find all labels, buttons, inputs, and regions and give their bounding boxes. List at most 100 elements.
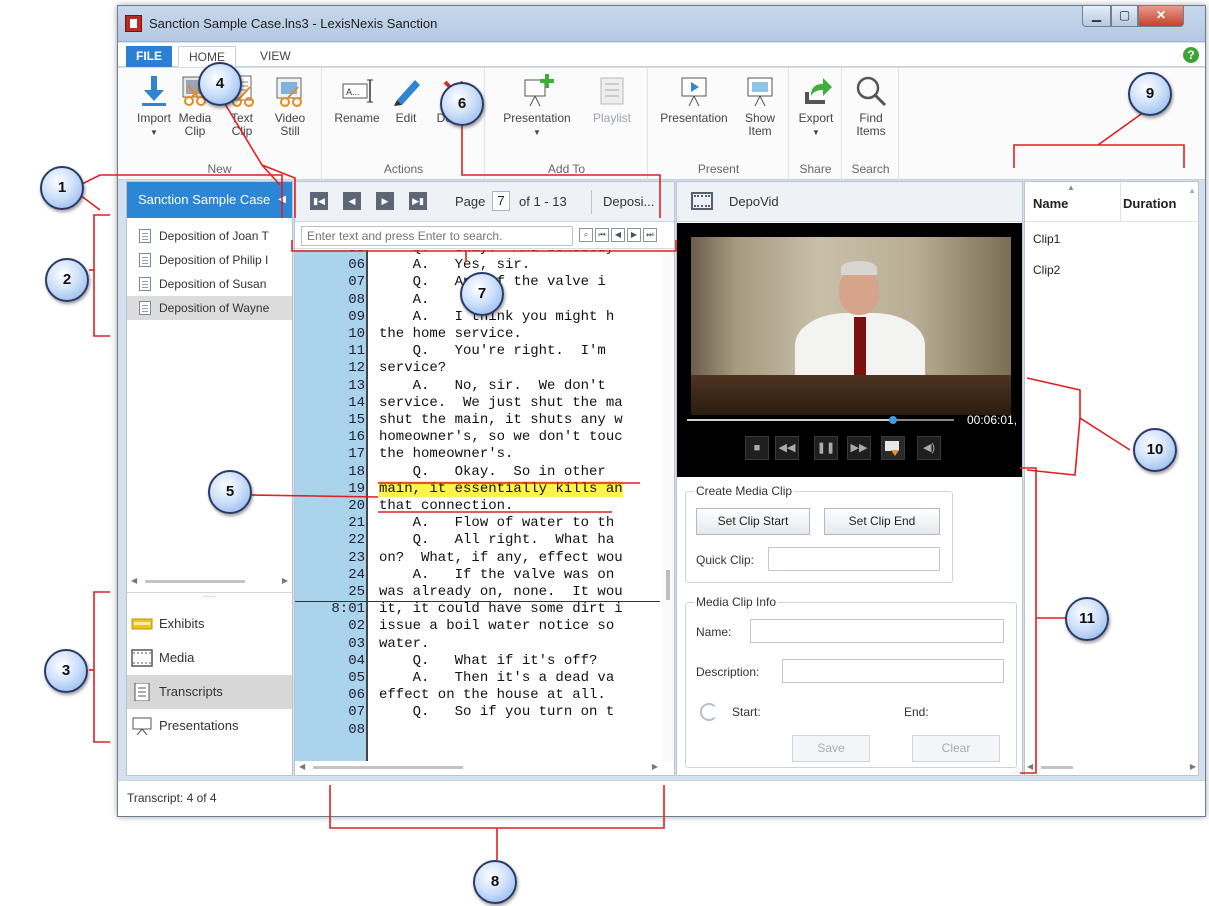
maximize-button[interactable]: ▢ [1111, 6, 1138, 27]
set-clip-start-button[interactable]: Set Clip Start [696, 508, 810, 535]
line-text: service? [379, 360, 447, 377]
transcript-line[interactable]: 21 A. Flow of water to th [295, 515, 660, 532]
help-icon[interactable]: ? [1183, 47, 1199, 63]
rewind-button[interactable]: ◀◀ [775, 436, 799, 460]
save-button[interactable]: Save [792, 735, 870, 762]
first-page-button[interactable]: ▮◀ [310, 192, 328, 210]
transcript-line[interactable]: 08 [295, 722, 660, 739]
last-page-button[interactable]: ▶▮ [409, 192, 427, 210]
nav-transcripts[interactable]: Transcripts [127, 675, 292, 709]
transcript-line[interactable]: 10 the home service. [295, 326, 660, 343]
scroll-left-icon[interactable]: ◀ [1027, 762, 1033, 771]
transcript-line[interactable]: 16 homeowner's, so we don't touc [295, 429, 660, 446]
scroll-up-icon[interactable]: ▲ [1188, 186, 1196, 195]
transcript-line[interactable]: 02 issue a boil water notice so [295, 618, 660, 635]
rename-button[interactable]: A... Rename [331, 74, 383, 125]
clip-description-input[interactable] [782, 659, 1004, 683]
show-item-button[interactable]: Show Item [737, 74, 783, 138]
document-item[interactable]: Deposition of Philip I [127, 248, 292, 272]
transcript-line[interactable]: 05 A. Then it's a dead va [295, 670, 660, 687]
fast-forward-button[interactable]: ▶▶ [847, 436, 871, 460]
next-hit-button[interactable]: ▶ [627, 228, 641, 242]
clear-button[interactable]: Clear [912, 735, 1000, 762]
transcript-line[interactable]: 05 Q. Okay. And somebody [295, 250, 660, 257]
first-hit-button[interactable]: ⏮ [595, 228, 609, 242]
transcript-vertical-scrollbar[interactable] [662, 250, 674, 761]
document-item-selected[interactable]: Deposition of Wayne [127, 296, 292, 320]
set-clip-end-button[interactable]: Set Clip End [824, 508, 940, 535]
transcript-line[interactable]: 12 service? [295, 360, 660, 377]
scroll-thumb[interactable] [666, 570, 670, 600]
document-item[interactable]: Deposition of Susan [127, 272, 292, 296]
transcript-line[interactable]: 03 water. [295, 636, 660, 653]
previous-page-button[interactable]: ◀ [343, 192, 361, 210]
transcript-line[interactable]: 11 Q. You're right. I'm [295, 343, 660, 360]
transcript-line[interactable]: 20 that connection. [295, 498, 660, 515]
transcript-line[interactable]: 18 Q. Okay. So in other [295, 464, 660, 481]
column-header-name[interactable]: Name [1033, 182, 1068, 222]
nav-media[interactable]: Media [127, 641, 292, 675]
tab-view[interactable]: VIEW [250, 46, 301, 67]
last-hit-button[interactable]: ⏭ [643, 228, 657, 242]
transcript-line[interactable]: 14 service. We just shut the ma [295, 395, 660, 412]
scroll-thumb[interactable] [145, 580, 245, 583]
transcript-line[interactable]: 8:01 it, it could have some dirt i [295, 601, 660, 618]
edit-button[interactable]: Edit [385, 74, 427, 125]
transcript-line[interactable]: 23 on? What, if any, effect wou [295, 550, 660, 567]
page-number-input[interactable]: 7 [492, 191, 510, 211]
clip-name-input[interactable] [750, 619, 1004, 643]
search-icon[interactable]: ⌕ [579, 228, 593, 242]
close-button[interactable]: ✕ [1138, 6, 1184, 27]
find-items-button[interactable]: Find Items [845, 74, 897, 138]
collapse-arrow-icon[interactable]: ◀ [278, 182, 286, 218]
clip-list-item[interactable]: Clip2 [1033, 263, 1060, 277]
case-panel-header[interactable]: Sanction Sample Case ◀ [127, 182, 292, 218]
scroll-right-icon[interactable]: ▶ [282, 576, 288, 585]
transcript-line[interactable]: 25 was already on, none. It wou [295, 584, 660, 601]
quick-clip-button[interactable] [881, 436, 905, 460]
add-to-presentation-button[interactable]: Presentation ▼ [494, 74, 580, 139]
video-player[interactable]: 00:06:01, ■ ◀◀ ❚❚ ▶▶ ◀) [677, 223, 1022, 477]
scroll-left-icon[interactable]: ◀ [131, 576, 137, 585]
transcript-line[interactable]: 06 effect on the house at all. [295, 687, 660, 704]
transcript-line[interactable]: 13 A. No, sir. We don't [295, 378, 660, 395]
present-presentation-button[interactable]: Presentation [653, 74, 735, 125]
transcript-lines[interactable]: 05 Q. Okay. And somebody06 A. Yes, sir.0… [295, 250, 660, 761]
pause-button[interactable]: ❚❚ [814, 436, 838, 460]
transcript-line-highlighted[interactable]: 19 main, it essentially kills an [295, 480, 660, 498]
transcript-line[interactable]: 24 A. If the valve was on [295, 567, 660, 584]
transcript-line[interactable]: 07 Q. So if you turn on t [295, 704, 660, 721]
video-still-button[interactable]: Video Still [268, 74, 312, 138]
panel-splitter[interactable]: ···· [127, 592, 292, 602]
column-header-duration[interactable]: Duration [1120, 182, 1188, 222]
export-button[interactable]: Export ▼ [790, 74, 842, 139]
scroll-right-icon[interactable]: ▶ [1190, 762, 1196, 771]
next-page-button[interactable]: ▶ [376, 192, 394, 210]
add-to-playlist-button[interactable]: Playlist [582, 74, 642, 125]
transcript-search-input[interactable] [301, 226, 573, 246]
document-item[interactable]: Deposition of Joan T [127, 224, 292, 248]
clip-list-scrollbar[interactable]: ◀ ▶ [1027, 762, 1196, 773]
video-timeline[interactable] [687, 416, 954, 424]
transcript-line[interactable]: 17 the homeowner's. [295, 446, 660, 463]
stop-button[interactable]: ■ [745, 436, 769, 460]
scroll-thumb[interactable] [313, 766, 463, 769]
document-list-scrollbar[interactable]: ◀ ▶ [131, 576, 288, 587]
reset-icon[interactable] [700, 703, 718, 721]
nav-presentations[interactable]: Presentations [127, 709, 292, 743]
transcript-line[interactable]: 15 shut the main, it shuts any w [295, 412, 660, 429]
previous-hit-button[interactable]: ◀ [611, 228, 625, 242]
volume-icon[interactable]: ◀) [917, 436, 941, 460]
nav-exhibits[interactable]: Exhibits [127, 607, 292, 641]
scroll-thumb[interactable] [1041, 766, 1073, 769]
tab-file[interactable]: FILE [126, 46, 172, 67]
clip-list-item[interactable]: Clip1 [1033, 232, 1060, 246]
minimize-button[interactable]: ▁ [1082, 6, 1111, 27]
transcript-line[interactable]: 22 Q. All right. What ha [295, 532, 660, 549]
transcript-line[interactable]: 04 Q. What if it's off? [295, 653, 660, 670]
transcript-horizontal-scrollbar[interactable]: ◀ ▶ [299, 762, 658, 773]
timeline-knob[interactable] [888, 416, 897, 424]
scroll-right-icon[interactable]: ▶ [652, 762, 658, 771]
quick-clip-input[interactable] [768, 547, 940, 571]
scroll-left-icon[interactable]: ◀ [299, 762, 305, 771]
